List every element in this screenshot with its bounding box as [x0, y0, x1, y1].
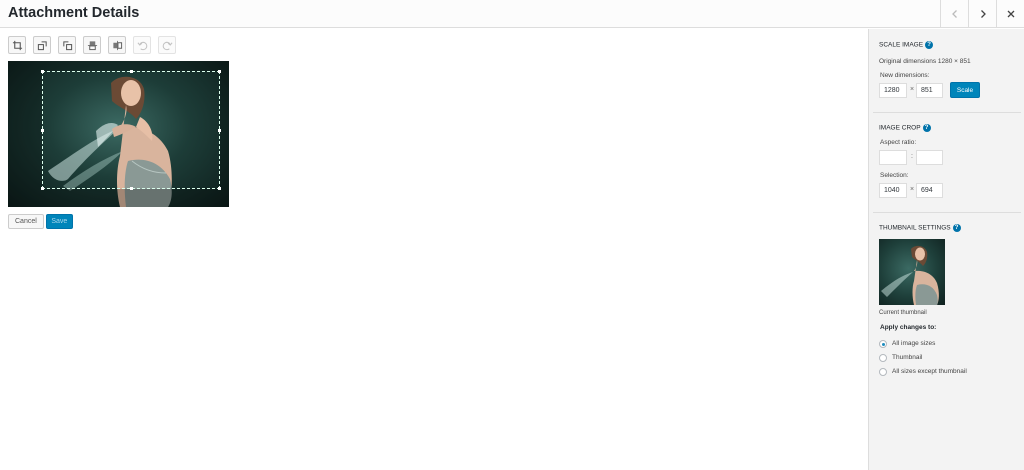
- modal-header: Attachment Details: [0, 0, 1024, 28]
- scale-image-heading: Scale Image?: [879, 41, 934, 49]
- crop-handle-e[interactable]: [218, 129, 221, 132]
- radio-all-image-sizes[interactable]: [879, 340, 887, 348]
- crop-handle-s[interactable]: [130, 187, 133, 190]
- crop-handle-ne[interactable]: [218, 70, 221, 73]
- divider: [873, 112, 1021, 113]
- crop-handle-w[interactable]: [41, 129, 44, 132]
- edit-actions: Cancel Save: [8, 214, 73, 229]
- selection-height-input[interactable]: 694: [916, 183, 943, 198]
- crop-handle-nw[interactable]: [41, 70, 44, 73]
- help-icon[interactable]: ?: [922, 124, 931, 132]
- chevron-right-icon: [980, 10, 986, 18]
- flip-horizontal-icon: [112, 40, 122, 50]
- crop-handle-se[interactable]: [218, 187, 221, 190]
- rotate-right-button[interactable]: [58, 36, 76, 54]
- crop-handle-n[interactable]: [130, 70, 133, 73]
- previous-button[interactable]: [940, 0, 968, 28]
- crop-handle-sw[interactable]: [41, 187, 44, 190]
- scale-button[interactable]: Scale: [950, 82, 980, 98]
- undo-icon: [137, 41, 147, 50]
- radio-label-thumbnail: Thumbnail: [892, 354, 923, 361]
- image-edit-toolbar: [8, 36, 176, 54]
- crop-icon: [12, 40, 22, 50]
- selection-width-input[interactable]: 1040: [879, 183, 907, 198]
- editable-image[interactable]: [8, 61, 229, 207]
- thumbnail-photo: [881, 245, 939, 305]
- thumbnail-settings-heading: Thumbnail Settings?: [879, 224, 961, 232]
- help-icon[interactable]: ?: [952, 224, 961, 232]
- redo-button[interactable]: [158, 36, 176, 54]
- divider: [873, 212, 1021, 213]
- radio-label-all-except-thumbnail: All sizes except thumbnail: [892, 368, 967, 375]
- flip-horizontal-button[interactable]: [108, 36, 126, 54]
- redo-icon: [162, 41, 172, 50]
- help-icon[interactable]: ?: [925, 41, 934, 49]
- selection-label: Selection:: [880, 172, 909, 179]
- crop-selection[interactable]: [41, 70, 221, 190]
- current-thumbnail-image: [879, 239, 945, 305]
- rotate-right-icon: [62, 40, 72, 50]
- radio-thumbnail[interactable]: [879, 354, 887, 362]
- flip-vertical-button[interactable]: [83, 36, 101, 54]
- radio-label-all-image-sizes: All image sizes: [892, 340, 936, 347]
- new-dimensions-label: New dimensions:: [880, 72, 930, 79]
- close-button[interactable]: [996, 0, 1024, 28]
- aspect-width-input[interactable]: [879, 150, 907, 165]
- chevron-left-icon: [951, 10, 957, 18]
- scale-height-input[interactable]: 851: [916, 83, 943, 98]
- cancel-button[interactable]: Cancel: [8, 214, 44, 229]
- close-icon: [1007, 10, 1014, 18]
- times-sign: ×: [910, 186, 915, 193]
- colon-sign: :: [911, 153, 913, 160]
- rotate-left-icon: [37, 40, 47, 50]
- crop-button[interactable]: [8, 36, 26, 54]
- image-edit-settings-sidebar: Scale Image? Original dimensions 1280 × …: [868, 29, 1024, 470]
- radio-all-except-thumbnail[interactable]: [879, 368, 887, 376]
- times-sign: ×: [910, 86, 915, 93]
- original-dimensions-label: Original dimensions 1280 × 851: [879, 58, 971, 65]
- scale-width-input[interactable]: 1280: [879, 83, 907, 98]
- undo-button[interactable]: [133, 36, 151, 54]
- image-crop-heading: Image Crop?: [879, 124, 931, 132]
- apply-changes-label: Apply changes to:: [880, 324, 937, 331]
- next-button[interactable]: [968, 0, 996, 28]
- flip-vertical-icon: [87, 40, 97, 50]
- save-button[interactable]: Save: [45, 214, 73, 229]
- page-title: Attachment Details: [8, 5, 140, 21]
- rotate-left-button[interactable]: [33, 36, 51, 54]
- aspect-ratio-label: Aspect ratio:: [880, 139, 917, 146]
- aspect-height-input[interactable]: [916, 150, 943, 165]
- thumbnail-caption: Current thumbnail: [879, 310, 927, 316]
